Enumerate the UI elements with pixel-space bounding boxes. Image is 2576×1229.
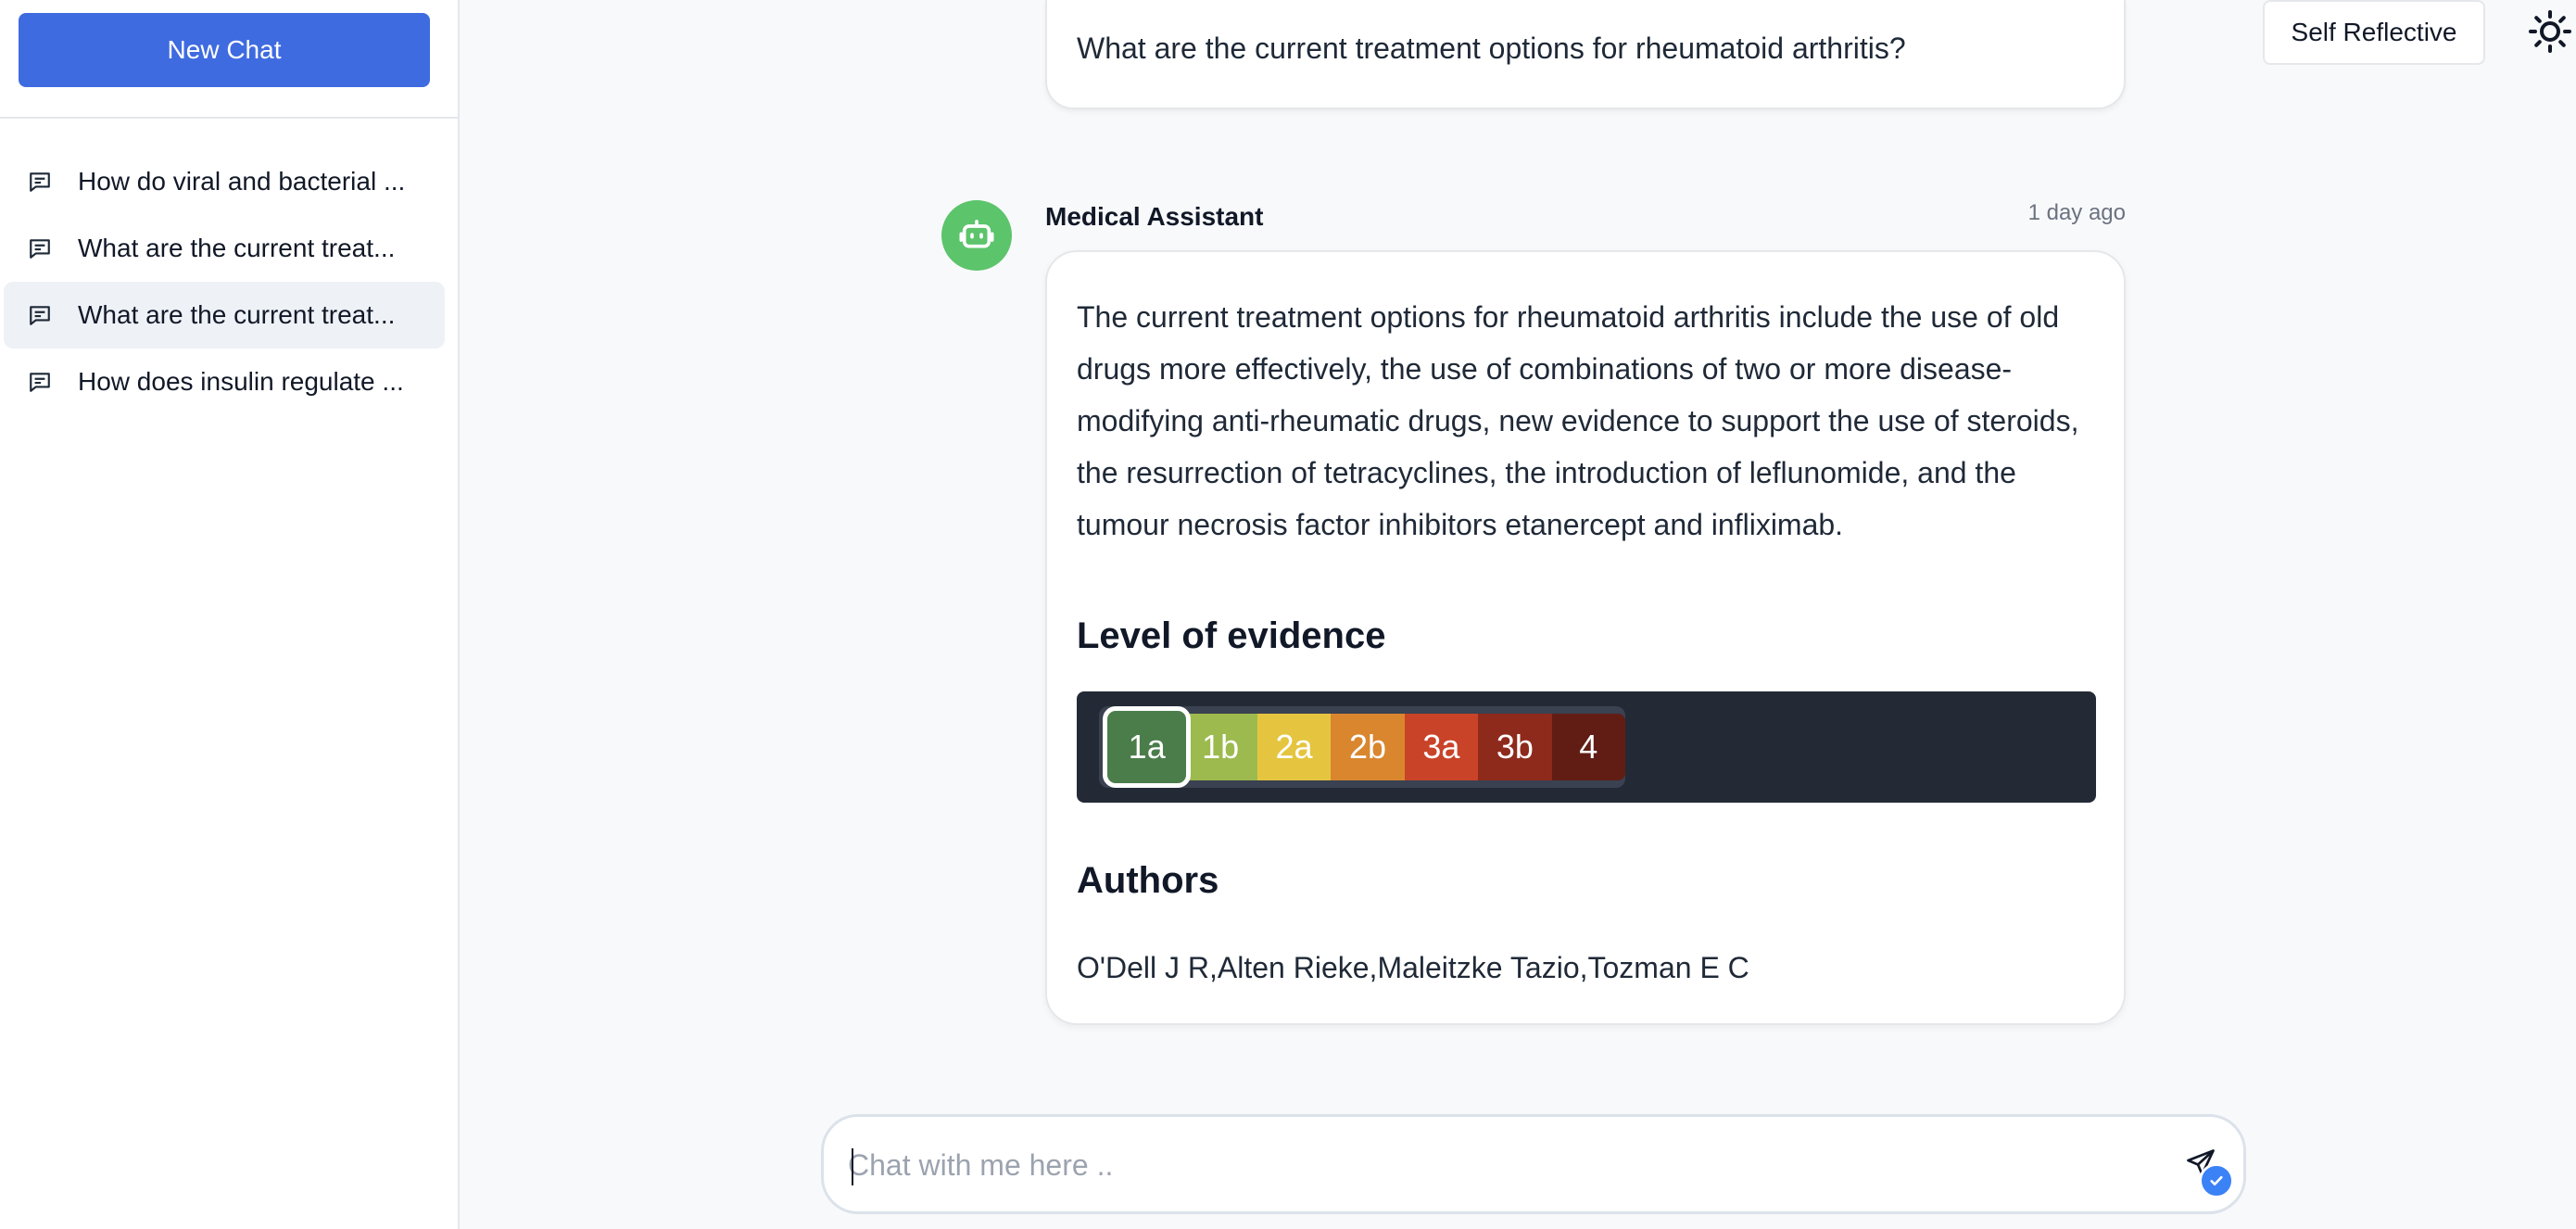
new-chat-button[interactable]: New Chat xyxy=(19,13,430,87)
chat-input-container xyxy=(821,1114,2246,1214)
evidence-level-2b[interactable]: 2b xyxy=(1331,714,1405,780)
user-message-bubble: What are the current treatment options f… xyxy=(1045,0,2126,109)
evidence-heading: Level of evidence xyxy=(1077,615,1386,656)
chat-history-item-active[interactable]: What are the current treat... xyxy=(4,282,445,348)
chat-history-title: What are the current treat... xyxy=(78,300,396,329)
assistant-answer-text: The current treatment options for rheuma… xyxy=(1077,300,2079,541)
assistant-name: Medical Assistant xyxy=(1045,202,1264,231)
sidebar-divider xyxy=(0,117,460,119)
chat-history-title: How do viral and bacterial ... xyxy=(78,167,406,196)
chat-history-item[interactable]: What are the current treat... xyxy=(4,215,445,282)
evidence-level-bar: 1a 1b 2a 2b 3a 3b 4 xyxy=(1077,691,2096,803)
chat-bubble-icon xyxy=(28,369,54,395)
evidence-level-scale: 1a 1b 2a 2b 3a 3b 4 xyxy=(1099,706,1626,788)
message-timestamp: 1 day ago xyxy=(2027,200,2126,225)
chat-history-item[interactable]: How does insulin regulate ... xyxy=(4,348,445,415)
sun-icon[interactable] xyxy=(2528,7,2576,56)
authors-list: O'Dell J R,Alten Rieke,Maleitzke Tazio,T… xyxy=(1077,951,1749,984)
assistant-avatar xyxy=(941,200,1012,271)
chat-bubble-icon xyxy=(28,169,54,195)
chat-history-title: How does insulin regulate ... xyxy=(78,367,404,396)
chat-history-list: How do viral and bacterial ... What are … xyxy=(4,148,445,415)
assistant-answer-card: The current treatment options for rheuma… xyxy=(1045,250,2126,1025)
chat-history-item[interactable]: How do viral and bacterial ... xyxy=(4,148,445,215)
evidence-level-1a[interactable]: 1a xyxy=(1103,706,1192,788)
evidence-level-1b[interactable]: 1b xyxy=(1183,714,1257,780)
evidence-level-2a[interactable]: 2a xyxy=(1256,714,1332,780)
evidence-level-3a[interactable]: 3a xyxy=(1404,714,1479,780)
user-message-text: What are the current treatment options f… xyxy=(1077,32,1906,65)
self-reflective-mode-button[interactable]: Self Reflective xyxy=(2263,0,2485,65)
check-badge-icon xyxy=(2199,1163,2234,1198)
evidence-level-4[interactable]: 4 xyxy=(1551,714,1626,780)
chat-input[interactable] xyxy=(848,1137,2145,1193)
evidence-level-3b[interactable]: 3b xyxy=(1478,714,1552,780)
chat-bubble-icon xyxy=(28,302,54,328)
sidebar: New Chat How do viral and bacterial ... … xyxy=(0,0,460,1229)
chat-bubble-icon xyxy=(28,235,54,261)
authors-heading: Authors xyxy=(1077,860,1219,901)
text-caret xyxy=(852,1148,853,1185)
robot-icon xyxy=(958,217,995,254)
chat-history-title: What are the current treat... xyxy=(78,234,396,262)
